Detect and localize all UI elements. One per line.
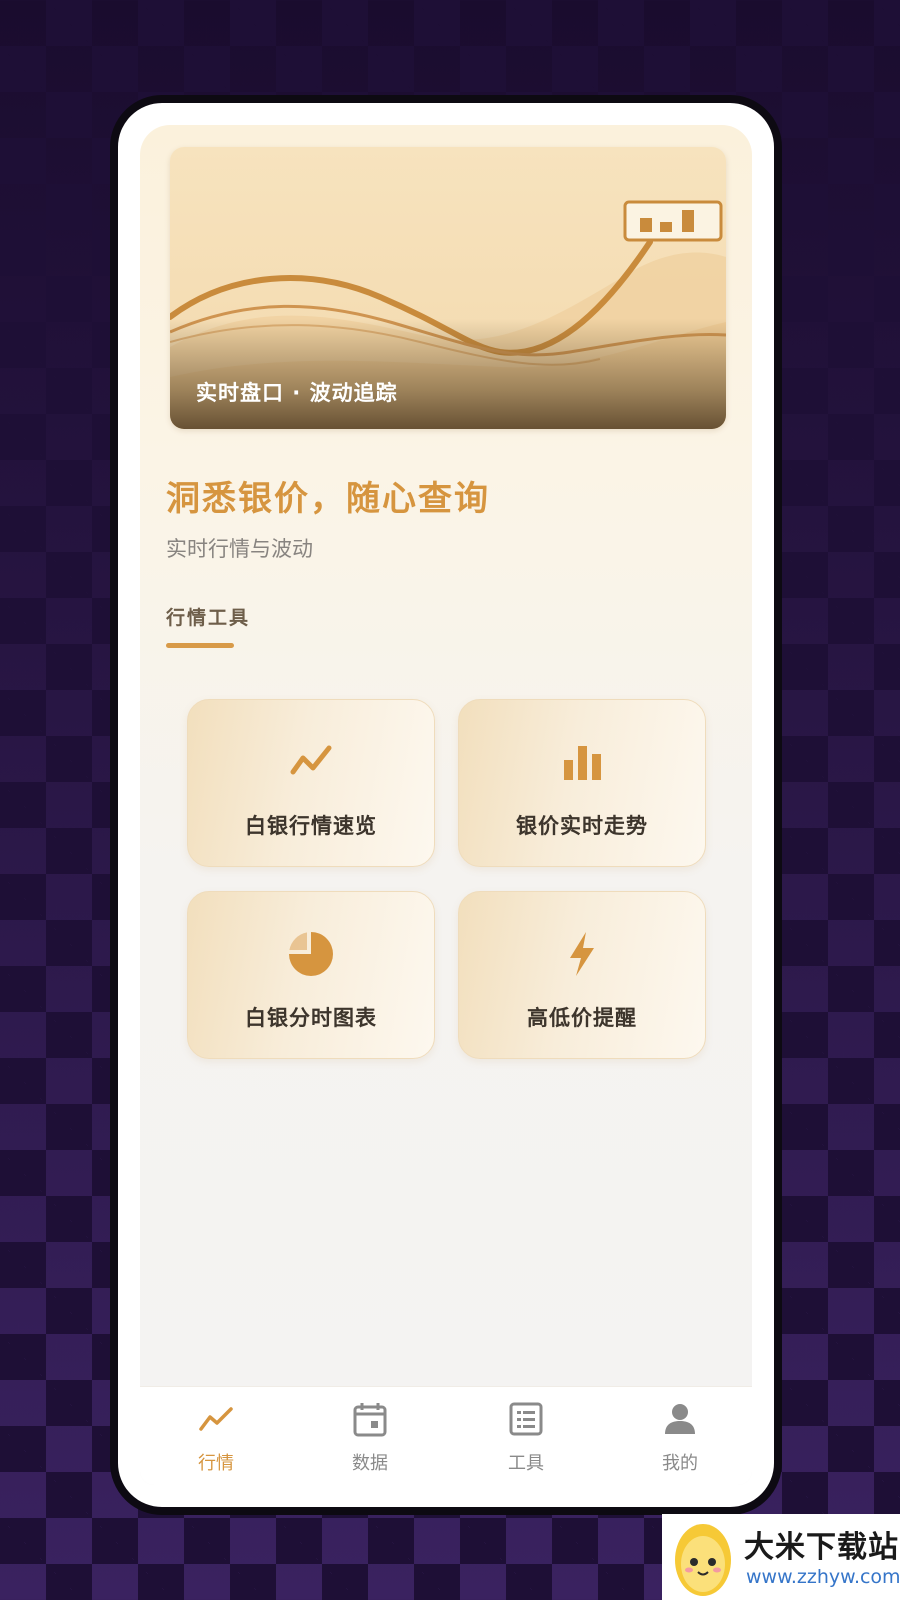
watermark-badge: 大米下载站 www.zzhyw.com: [662, 1514, 900, 1600]
user-icon: [665, 1404, 695, 1434]
lightning-icon: [570, 932, 594, 976]
calendar-icon: [353, 1403, 387, 1437]
watermark-url: www.zzhyw.com: [746, 1566, 900, 1588]
tool-card-price-alert[interactable]: 高低价提醒: [458, 891, 706, 1059]
section-underline: [166, 643, 234, 648]
tab-label: 我的: [662, 1453, 698, 1474]
tab-tools[interactable]: 工具: [466, 1387, 586, 1485]
tool-card-label: 白银分时图表: [245, 1006, 377, 1030]
tool-card-label: 白银行情速览: [245, 814, 377, 838]
tool-card-label: 高低价提醒: [527, 1006, 637, 1030]
tab-label: 工具: [508, 1453, 544, 1474]
phone-frame: 实时盘口 · 波动追踪 洞悉银价，随心查询 实时行情与波动 行情工具 白银行情速…: [110, 95, 782, 1515]
tab-data[interactable]: 数据: [310, 1387, 430, 1485]
pie-chart-icon: [289, 932, 333, 976]
section-title-tools: 行情工具: [166, 607, 251, 629]
trend-line-icon: [199, 1407, 233, 1431]
page-headline: 洞悉银价，随心查询: [166, 479, 490, 519]
bar-chart-icon: [564, 746, 601, 780]
bottom-tab-bar: 行情 数据 工具 我的: [140, 1386, 752, 1485]
tool-card-intraday-chart[interactable]: 白银分时图表: [187, 891, 435, 1059]
tool-card-realtime-trend[interactable]: 银价实时走势: [458, 699, 706, 867]
banner-caption: 实时盘口 · 波动追踪: [196, 381, 398, 405]
watermark-name: 大米下载站: [744, 1530, 899, 1565]
tab-market[interactable]: 行情: [156, 1387, 276, 1485]
app-screen: 实时盘口 · 波动追踪 洞悉银价，随心查询 实时行情与波动 行情工具 白银行情速…: [140, 125, 752, 1485]
tab-label: 数据: [352, 1453, 388, 1474]
tab-label: 行情: [198, 1453, 234, 1474]
banner-gradient-overlay: [170, 319, 726, 429]
list-icon: [509, 1402, 543, 1436]
trend-line-icon: [290, 745, 332, 775]
hero-banner[interactable]: 实时盘口 · 波动追踪: [170, 147, 726, 429]
tool-card-label: 银价实时走势: [516, 814, 648, 838]
page-subtitle: 实时行情与波动: [166, 537, 313, 561]
tab-profile[interactable]: 我的: [620, 1387, 740, 1485]
rice-mascot-logo: [675, 1524, 731, 1596]
tool-card-silver-overview[interactable]: 白银行情速览: [187, 699, 435, 867]
